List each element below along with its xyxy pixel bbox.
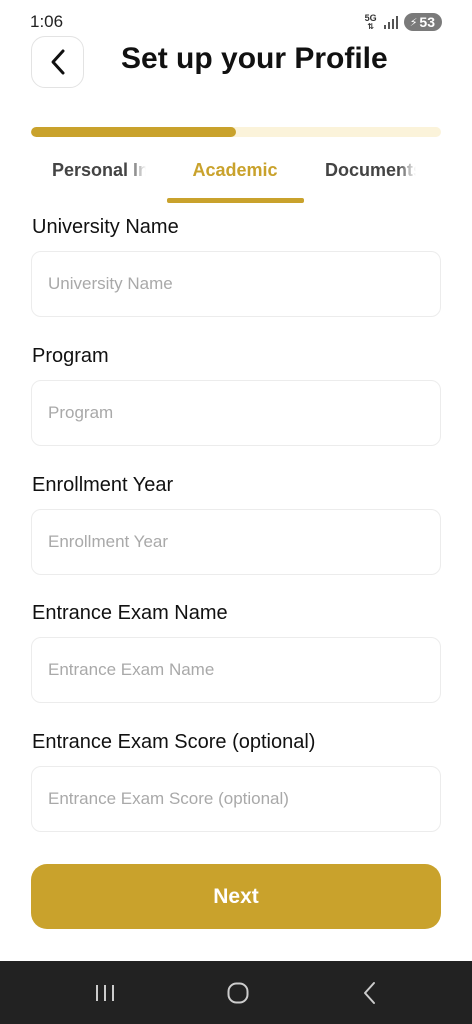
back-button[interactable] — [31, 36, 84, 88]
entrance-exam-score-label: Entrance Exam Score (optional) — [32, 731, 316, 753]
home-icon — [227, 982, 249, 1003]
status-bar: 1:06 5G ⇅ ⚡ 53 — [0, 0, 472, 40]
entrance-exam-score-input[interactable] — [31, 766, 441, 832]
university-name-label: University Name — [32, 216, 179, 238]
network-5g-icon: 5G ⇅ — [364, 12, 377, 31]
progress-bar — [31, 127, 441, 137]
entrance-exam-name-input[interactable] — [31, 637, 441, 703]
program-input[interactable] — [31, 380, 441, 446]
tab-academic[interactable]: Academic — [167, 150, 303, 204]
next-button[interactable]: Next — [31, 864, 441, 929]
enrollment-year-label: Enrollment Year — [32, 474, 174, 496]
status-icons: 5G ⇅ ⚡ 53 — [364, 11, 442, 33]
charging-bolt-icon: ⚡ — [409, 16, 418, 29]
system-back-button[interactable] — [330, 961, 410, 1024]
page-title: Set up your Profile — [121, 42, 388, 75]
tab-documents[interactable]: Documents — [325, 150, 416, 204]
chevron-left-icon — [51, 49, 64, 75]
program-label: Program — [32, 345, 109, 367]
recent-apps-button[interactable] — [65, 961, 145, 1024]
profile-tabs: Personal Information Academic Documents — [31, 150, 441, 204]
signal-icon — [383, 15, 398, 29]
tab-personal-information[interactable]: Personal Information — [52, 150, 146, 204]
enrollment-year-input[interactable] — [31, 509, 441, 575]
recent-apps-icon — [96, 984, 114, 1001]
system-nav-bar — [0, 961, 472, 1024]
progress-fill — [31, 127, 236, 137]
battery-indicator: ⚡ 53 — [403, 13, 442, 31]
entrance-exam-name-label: Entrance Exam Name — [32, 602, 228, 624]
university-name-input[interactable] — [31, 251, 441, 317]
status-time: 1:06 — [30, 12, 64, 31]
home-button[interactable] — [198, 961, 278, 1024]
back-icon — [364, 981, 375, 1004]
battery-level: 53 — [419, 14, 435, 30]
active-tab-indicator — [167, 198, 304, 203]
